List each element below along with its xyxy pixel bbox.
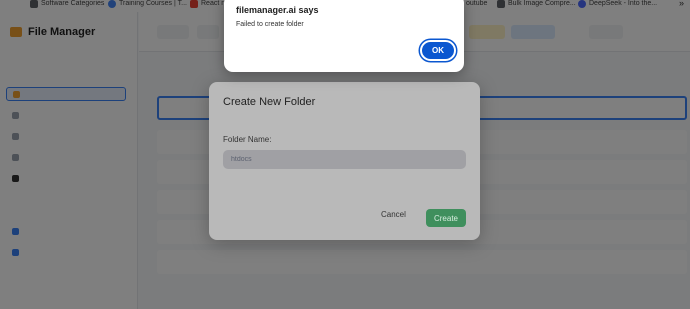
folder-name-label: Folder Name:: [223, 135, 272, 144]
browser-alert-dialog: filemanager.ai says Failed to create fol…: [224, 0, 464, 72]
folder-name-input[interactable]: [223, 150, 466, 169]
dialog-title: Create New Folder: [223, 96, 316, 108]
create-button[interactable]: Create: [426, 209, 466, 227]
alert-title: filemanager.ai says: [236, 5, 319, 15]
ok-button[interactable]: OK: [420, 40, 456, 61]
create-folder-dialog: Create New Folder Folder Name: Cancel Cr…: [209, 82, 480, 240]
alert-message: Failed to create folder: [236, 21, 304, 28]
cancel-button[interactable]: Cancel: [381, 210, 406, 219]
